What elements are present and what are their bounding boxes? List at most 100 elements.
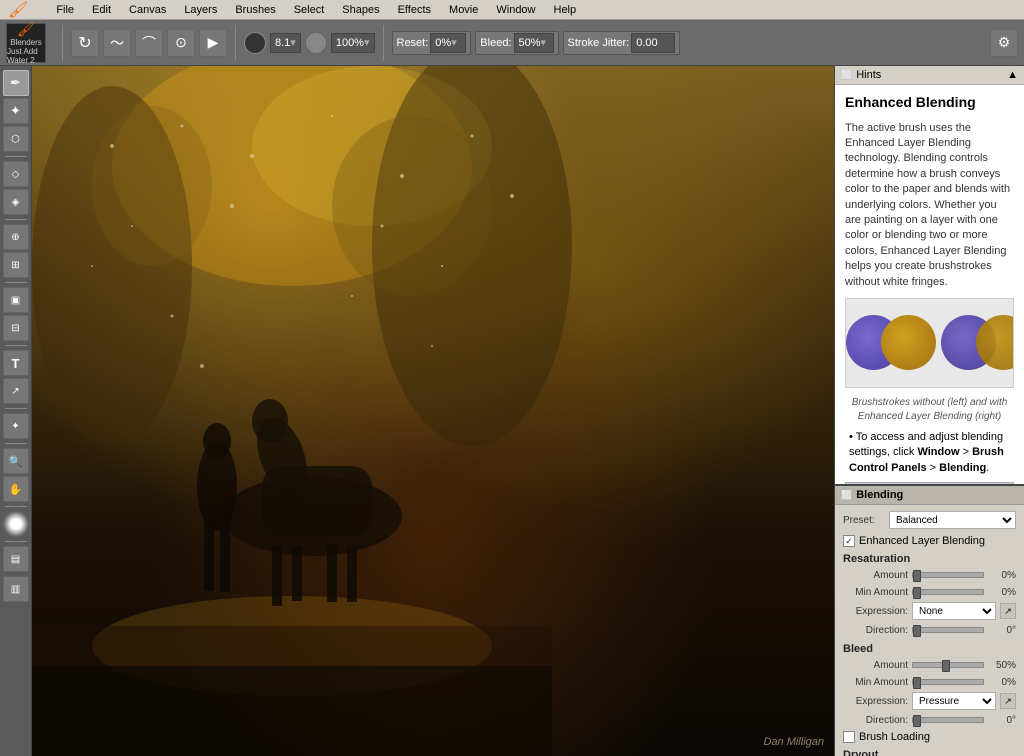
brush-opacity-value[interactable]: 100% ▾ xyxy=(331,33,375,53)
menu-window[interactable]: Window xyxy=(492,3,539,17)
layer-tool-2-btn[interactable]: ▥ xyxy=(3,576,29,602)
bleed-expression-row: Expression: Pressure ↗ xyxy=(843,692,1016,710)
expression-label-2: Expression: xyxy=(843,696,908,707)
enhanced-blending-row: ✓ Enhanced Layer Blending xyxy=(843,535,1016,547)
app-title: Just Add Water 2 xyxy=(7,47,45,65)
brush-size-value[interactable]: 8.1 ▾ xyxy=(270,33,301,53)
bleed-expression-select[interactable]: Pressure xyxy=(912,692,996,710)
brush-size-circle xyxy=(244,32,266,54)
menu-help[interactable]: Help xyxy=(550,3,581,17)
hints-scroll-up[interactable]: ▲ xyxy=(1007,69,1018,81)
bleed-min-row: Min Amount 0% xyxy=(843,675,1016,689)
main-area: ✒ ✦ ⬡ ◇ ◈ ⊕ ⊞ ▣ ⊟ T ↗ ✦ 🔍 ✋ ▤ ▥ xyxy=(0,66,1024,756)
amount-label-2: Amount xyxy=(843,660,908,671)
hints-title: Enhanced Blending xyxy=(845,93,1014,113)
menu-brushes[interactable]: Brushes xyxy=(231,3,279,17)
resaturation-control: Reset: 0%▾ xyxy=(392,31,472,55)
brush-opacity-circle xyxy=(305,32,327,54)
bleed-control: Bleed: 50%▾ xyxy=(475,31,558,55)
settings-btn[interactable]: ⚙ xyxy=(990,29,1018,57)
zoom-tool-btn[interactable]: 🔍 xyxy=(3,448,29,474)
resaturation-label: Reset: xyxy=(397,37,429,49)
resaturation-expression-select[interactable]: None xyxy=(912,602,996,620)
bleed-amount-row: Amount 50% xyxy=(843,658,1016,672)
bleed-value[interactable]: 50%▾ xyxy=(514,33,554,53)
blending-content: Preset: Balanced ✓ Enhanced Layer Blendi… xyxy=(835,505,1024,756)
menu-file[interactable]: File xyxy=(52,3,78,17)
brush-record-btn[interactable]: ⊙ xyxy=(167,29,195,57)
bleed-expression-btn[interactable]: ↗ xyxy=(1000,693,1016,709)
resaturation-amount-slider[interactable] xyxy=(912,568,984,582)
toolbar-separator-2 xyxy=(235,25,236,61)
hints-panel: ⬜ Hints ▲ Enhanced Blending The active b… xyxy=(835,66,1024,486)
resaturation-amount-row: Amount 0% xyxy=(843,568,1016,582)
menu-layers[interactable]: Layers xyxy=(180,3,221,17)
transform-tool-btn[interactable]: ↗ xyxy=(3,378,29,404)
crop-tool-btn[interactable]: ⊟ xyxy=(3,315,29,341)
color-picker-btn[interactable] xyxy=(3,511,29,537)
effect-tool-btn[interactable]: ✦ xyxy=(3,413,29,439)
smear-tool-btn[interactable]: ◈ xyxy=(3,189,29,215)
bleed-amount-val: 50% xyxy=(988,660,1016,671)
fill-tool-btn[interactable]: ⊕ xyxy=(3,224,29,250)
hints-content[interactable]: Enhanced Blending The active brush uses … xyxy=(835,85,1024,484)
left-tool-sep-8 xyxy=(5,541,27,542)
left-tool-sep-2 xyxy=(5,219,27,220)
bleed-section-label: Bleed xyxy=(843,643,1016,655)
app-name: Blenders xyxy=(10,38,42,47)
blending-panel-label: Blending xyxy=(856,489,903,501)
resaturation-direction-slider[interactable] xyxy=(912,623,984,637)
brush-stroke-2-btn[interactable]: ⌒ xyxy=(135,29,163,57)
artist-credit: Dan Milligan xyxy=(763,736,824,748)
selection-tool-btn[interactable]: ▣ xyxy=(3,287,29,313)
menu-canvas[interactable]: Canvas xyxy=(125,3,170,17)
dryout-section-label: Dryout xyxy=(843,749,1016,756)
resaturation-min-slider[interactable] xyxy=(912,585,984,599)
brush-playback-btn[interactable]: ▶ xyxy=(199,29,227,57)
bleed-label: Bleed: xyxy=(480,37,511,49)
brush-tool-btn[interactable]: ✒ xyxy=(3,70,29,96)
preset-row: Preset: Balanced xyxy=(843,511,1016,529)
left-tool-sep-3 xyxy=(5,282,27,283)
direction-label-2: Direction: xyxy=(843,715,908,726)
brush-loading-checkbox[interactable] xyxy=(843,731,855,743)
menu-effects[interactable]: Effects xyxy=(394,3,435,17)
blending-panel-header: ⬜ Blending xyxy=(835,486,1024,505)
jitter-label: Stroke Jitter: xyxy=(568,37,630,49)
clone-tool-btn[interactable]: ⊞ xyxy=(3,252,29,278)
brush-stroke-btn[interactable]: 〜 xyxy=(103,29,131,57)
eraser-tool-btn[interactable]: ◇ xyxy=(3,161,29,187)
expression-label-1: Expression: xyxy=(843,606,908,617)
min-amount-label-2: Min Amount xyxy=(843,677,908,688)
brush-variant-btn[interactable]: ↻ xyxy=(71,29,99,57)
layer-tool-btn[interactable]: ▤ xyxy=(3,546,29,572)
pan-tool-btn[interactable]: ✋ xyxy=(3,476,29,502)
resaturation-value[interactable]: 0%▾ xyxy=(430,33,466,53)
min-amount-label-1: Min Amount xyxy=(843,587,908,598)
menu-edit[interactable]: Edit xyxy=(88,3,115,17)
menu-shapes[interactable]: Shapes xyxy=(338,3,383,17)
left-tool-sep-5 xyxy=(5,408,27,409)
bleed-min-slider[interactable] xyxy=(912,675,984,689)
hints-panel-label: Hints xyxy=(856,69,881,81)
text-tool-btn[interactable]: T xyxy=(3,350,29,376)
resaturation-min-row: Min Amount 0% xyxy=(843,585,1016,599)
menu-movie[interactable]: Movie xyxy=(445,3,482,17)
menu-select[interactable]: Select xyxy=(290,3,329,17)
jitter-value[interactable]: 0.00 xyxy=(631,33,675,53)
left-tool-sep-6 xyxy=(5,443,27,444)
resaturation-section-label: Resaturation xyxy=(843,553,1016,565)
bleed-amount-slider[interactable] xyxy=(912,658,984,672)
left-tool-sep-1 xyxy=(5,156,27,157)
right-panels: ⬜ Hints ▲ Enhanced Blending The active b… xyxy=(834,66,1024,756)
canvas-area[interactable]: Dan Milligan xyxy=(32,66,834,756)
resaturation-expression-btn[interactable]: ↗ xyxy=(1000,603,1016,619)
amount-label-1: Amount xyxy=(843,570,908,581)
hints-panel-header: ⬜ Hints ▲ xyxy=(835,66,1024,85)
enhanced-blending-checkbox[interactable]: ✓ xyxy=(843,535,855,547)
shape-tool-btn[interactable]: ⬡ xyxy=(3,126,29,152)
bleed-direction-slider[interactable] xyxy=(912,713,984,727)
menu-bar: 🖌 File Edit Canvas Layers Brushes Select… xyxy=(0,0,1024,20)
pen-tool-btn[interactable]: ✦ xyxy=(3,98,29,124)
preset-select[interactable]: Balanced xyxy=(889,511,1016,529)
